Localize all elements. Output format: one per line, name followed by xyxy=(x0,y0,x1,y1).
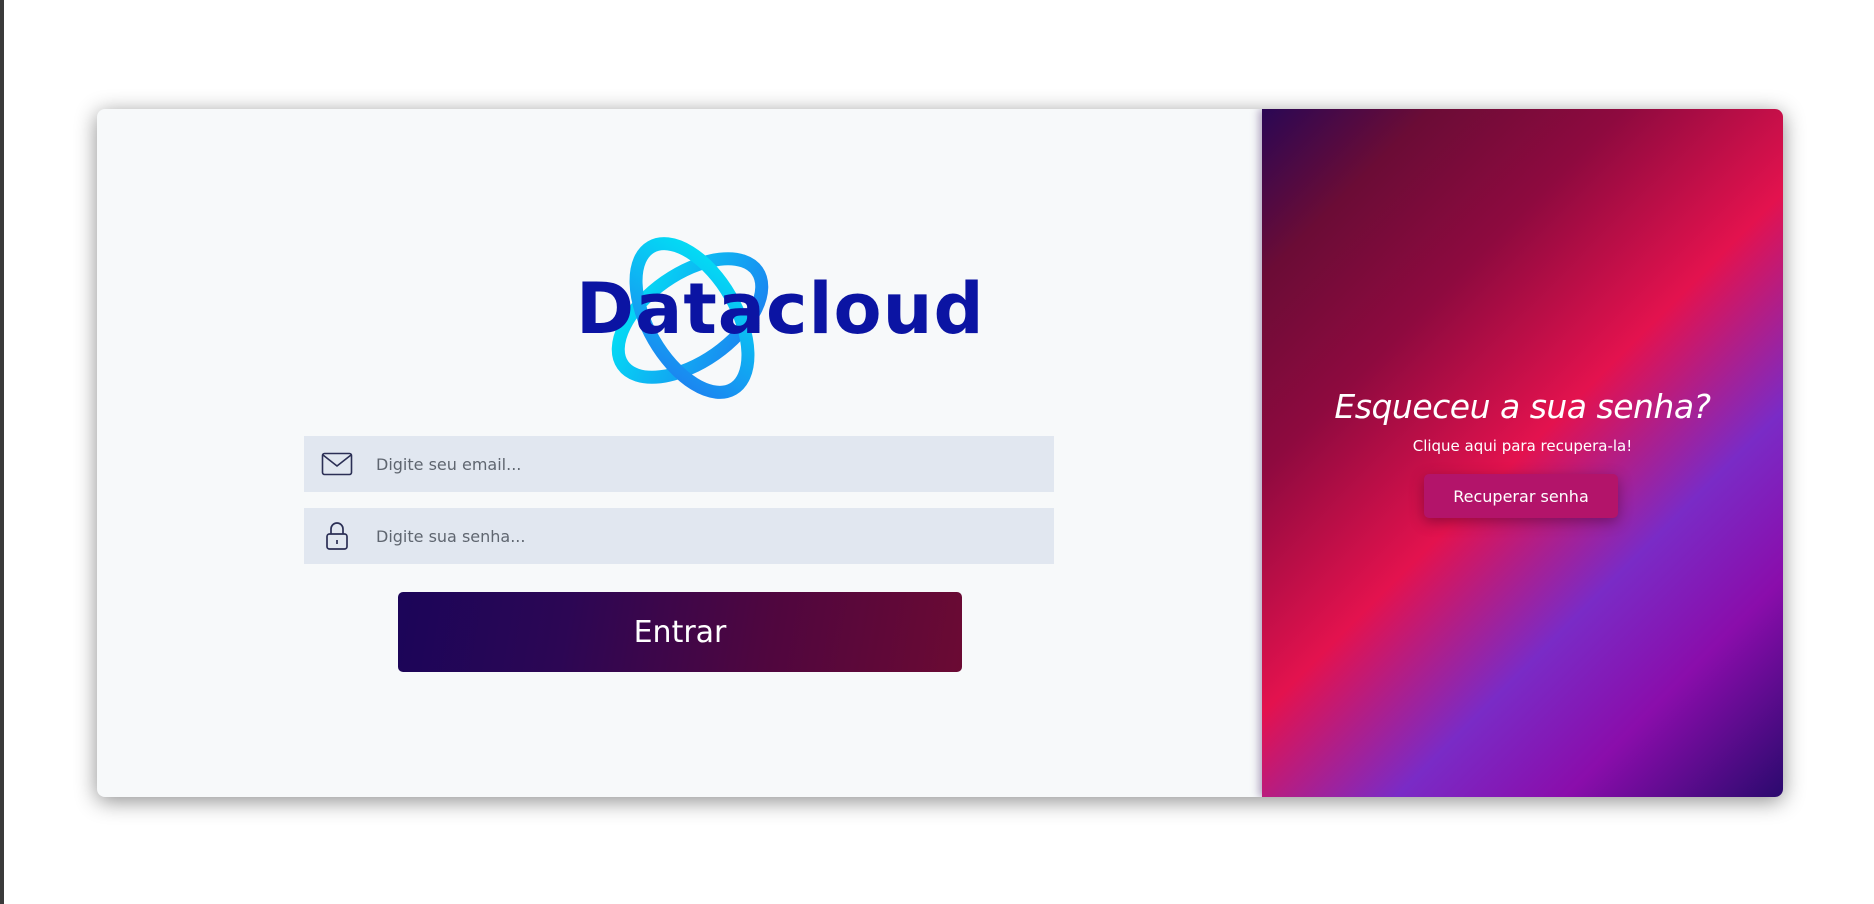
envelope-icon xyxy=(320,449,354,479)
password-field[interactable] xyxy=(304,507,1054,565)
lock-icon xyxy=(320,521,354,551)
recovery-title: Esqueceu a sua senha? xyxy=(1334,387,1711,426)
datacloud-logo: Datacloud xyxy=(480,234,984,404)
login-button[interactable]: Entrar xyxy=(398,592,962,672)
window-edge xyxy=(0,0,4,904)
recover-password-button[interactable]: Recuperar senha xyxy=(1424,474,1618,518)
email-field[interactable] xyxy=(304,435,1054,493)
email-input[interactable] xyxy=(374,435,1054,493)
login-card: Datacloud Entrar Esquece xyxy=(97,109,1783,797)
logo-wordmark: Datacloud xyxy=(576,268,985,350)
password-input[interactable] xyxy=(374,507,1054,565)
recovery-subtitle: Clique aqui para recupera-la! xyxy=(1412,437,1633,455)
recovery-panel: Esqueceu a sua senha? Clique aqui para r… xyxy=(1262,109,1783,797)
login-panel: Datacloud Entrar xyxy=(97,109,1262,797)
